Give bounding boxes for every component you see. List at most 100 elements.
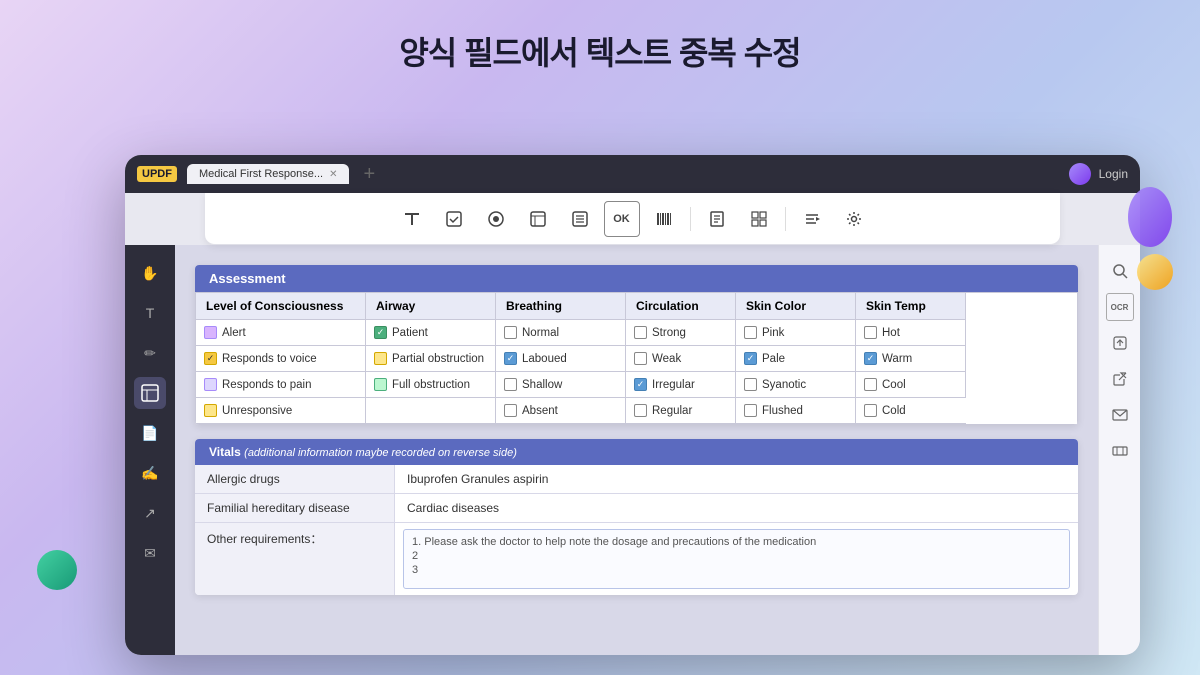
sidebar-share-icon[interactable]: ↗ [134, 497, 166, 529]
checkbox-pale[interactable]: ✓ [744, 352, 757, 365]
align-tool-btn[interactable] [794, 201, 830, 237]
ocr-icon[interactable]: OCR [1106, 293, 1134, 321]
form-tool-btn[interactable] [520, 201, 556, 237]
export-icon[interactable] [1106, 329, 1134, 357]
checkbox-row: Normal [504, 324, 617, 341]
grid-cell: Hot [856, 320, 966, 346]
checkbox-partial[interactable] [374, 352, 387, 365]
checkbox-label: Flushed [762, 405, 803, 417]
checkbox-patient[interactable]: ✓ [374, 326, 387, 339]
checkbox-row: ✓ Responds to voice [204, 350, 357, 367]
sidebar-pages-icon[interactable]: 📄 [134, 417, 166, 449]
sidebar-protect-icon[interactable]: ✉ [134, 537, 166, 569]
sidebar-hand-icon[interactable]: ✋ [134, 257, 166, 289]
checkbox-row: Cold [864, 402, 958, 419]
checkbox-row: Responds to pain [204, 376, 357, 393]
grid-cell: Partial obstruction [366, 346, 496, 372]
checkbox-label: Strong [652, 327, 686, 339]
checkbox-regular[interactable] [634, 404, 647, 417]
checkbox-alert[interactable] [204, 326, 217, 339]
sidebar-text-icon[interactable]: T [134, 297, 166, 329]
checkbox-row: Shallow [504, 376, 617, 393]
checkbox-normal[interactable] [504, 326, 517, 339]
checkbox-row: Absent [504, 402, 617, 419]
compress-icon[interactable] [1106, 437, 1134, 465]
grid-cell: Regular [626, 398, 736, 424]
vitals-title: Vitals [209, 445, 241, 459]
sidebar-annotate-icon[interactable]: ✏ [134, 337, 166, 369]
checkbox-irregular[interactable]: ✓ [634, 378, 647, 391]
ok-tool-btn[interactable]: OK [604, 201, 640, 237]
vitals-value-allergic[interactable]: Ibuprofen Granules aspirin [395, 465, 1078, 493]
settings-tool-btn[interactable] [836, 201, 872, 237]
textarea-box[interactable]: 1. Please ask the doctor to help note th… [403, 529, 1070, 589]
checkbox-cool[interactable] [864, 378, 877, 391]
doc-tool-btn[interactable] [699, 201, 735, 237]
checkbox-row: Weak [634, 350, 727, 367]
checkbox-full-obstruction[interactable] [374, 378, 387, 391]
checkbox-row: Regular [634, 402, 727, 419]
sidebar-sign-icon[interactable]: ✍ [134, 457, 166, 489]
document-tab[interactable]: Medical First Response... ✕ [187, 164, 350, 184]
checkbox-weak[interactable] [634, 352, 647, 365]
checkbox-label: Shallow [522, 379, 562, 391]
checkbox-flushed[interactable] [744, 404, 757, 417]
radio-tool-btn[interactable] [478, 201, 514, 237]
checkbox-label: Cool [882, 379, 906, 391]
login-button[interactable]: Login [1099, 167, 1128, 181]
list-tool-btn[interactable] [562, 201, 598, 237]
checkbox-cold[interactable] [864, 404, 877, 417]
left-sidebar: ✋ T ✏ 📄 ✍ ↗ ✉ [125, 245, 175, 655]
checkbox-unresponsive[interactable] [204, 404, 217, 417]
vitals-value-familial[interactable]: Cardiac diseases [395, 494, 1078, 522]
barcode-tool-btn[interactable] [646, 201, 682, 237]
checkbox-laboued[interactable]: ✓ [504, 352, 517, 365]
sidebar-forms-icon[interactable] [134, 377, 166, 409]
add-tab-icon[interactable]: + [359, 163, 375, 186]
checkbox-row: Cool [864, 376, 957, 393]
checkbox-label: Cold [882, 405, 906, 417]
col-header-skintemp: Skin Temp [856, 293, 966, 320]
checkbox-tool-btn[interactable] [436, 201, 472, 237]
assessment-form: Assessment Level of Consciousness Airway… [195, 265, 1078, 425]
checkbox-absent[interactable] [504, 404, 517, 417]
toolbar-divider-1 [690, 207, 691, 231]
vitals-row-other: Other requirements： 1. Please ask the do… [195, 523, 1078, 595]
textarea-line-1: 1. Please ask the doctor to help note th… [412, 536, 1061, 548]
checkbox-strong[interactable] [634, 326, 647, 339]
checkbox-row: ✓ Pale [744, 350, 847, 367]
grid-cell [366, 398, 496, 424]
checkbox-row: Hot [864, 324, 957, 341]
checkbox-label: Syanotic [762, 379, 806, 391]
toolbar-divider-2 [785, 207, 786, 231]
blob-purple [1123, 180, 1178, 255]
grid-cell: Syanotic [736, 372, 856, 398]
checkbox-responds-pain[interactable] [204, 378, 217, 391]
grid-tool-btn[interactable] [741, 201, 777, 237]
checkbox-row: Unresponsive [204, 402, 357, 419]
checkbox-responds-voice[interactable]: ✓ [204, 352, 217, 365]
col-header-breathing: Breathing [496, 293, 626, 320]
grid-cell: ✓ Responds to voice [196, 346, 366, 372]
mail-icon[interactable] [1106, 401, 1134, 429]
right-sidebar: OCR [1098, 245, 1140, 655]
checkbox-pink[interactable] [744, 326, 757, 339]
grid-cell: Weak [626, 346, 736, 372]
text-tool-btn[interactable] [394, 201, 430, 237]
search-icon[interactable] [1106, 257, 1134, 285]
grid-cell: Responds to pain [196, 372, 366, 398]
col-header-airway: Airway [366, 293, 496, 320]
grid-cell: ✓ Patient [366, 320, 496, 346]
checkbox-row: Alert [204, 324, 357, 341]
checkbox-label: Hot [882, 327, 900, 339]
grid-cell: Flushed [736, 398, 856, 424]
checkbox-hot[interactable] [864, 326, 877, 339]
grid-cell: Pink [736, 320, 856, 346]
close-tab-icon[interactable]: ✕ [329, 169, 337, 180]
checkbox-warm[interactable]: ✓ [864, 352, 877, 365]
checkbox-syanotic[interactable] [744, 378, 757, 391]
checkbox-label: Weak [652, 353, 681, 365]
checkbox-shallow[interactable] [504, 378, 517, 391]
share-icon[interactable] [1106, 365, 1134, 393]
vitals-label-allergic: Allergic drugs [195, 465, 395, 493]
